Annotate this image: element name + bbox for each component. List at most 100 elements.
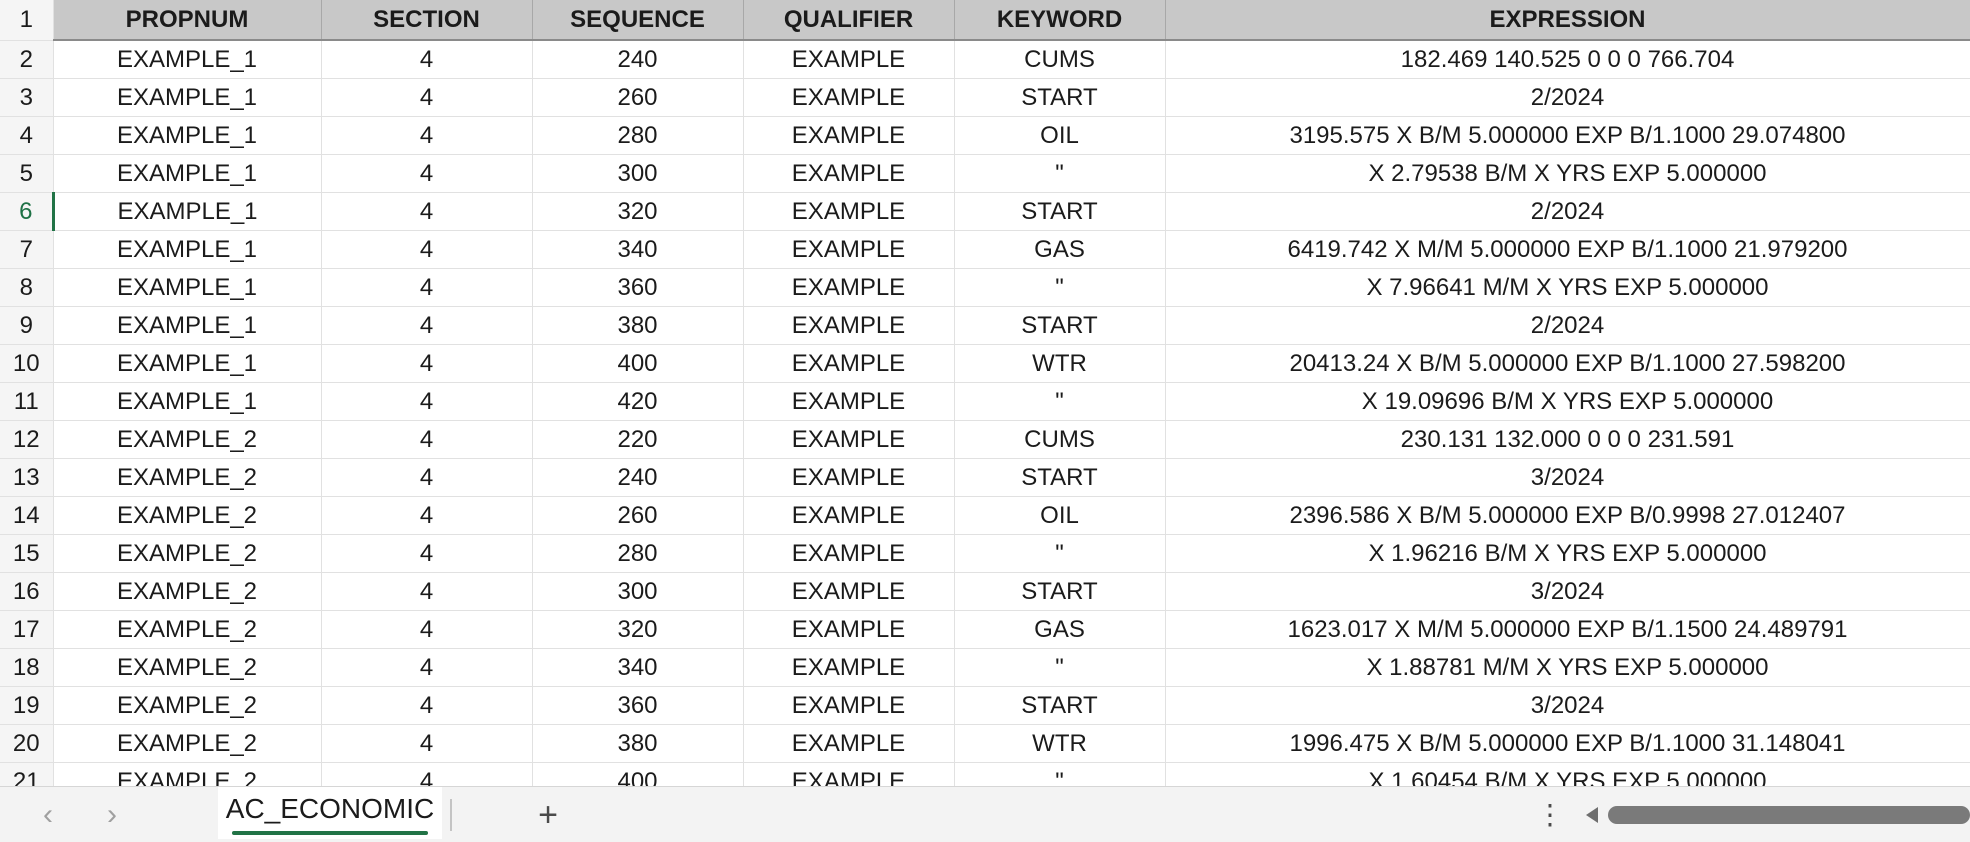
cell-expression[interactable]: 3/2024 [1165, 458, 1970, 497]
row-number[interactable]: 17 [0, 610, 54, 649]
cell-expression[interactable]: 2/2024 [1165, 192, 1970, 231]
cell-qualifier[interactable]: EXAMPLE [743, 610, 955, 649]
cell-expression[interactable]: X 19.09696 B/M X YRS EXP 5.000000 [1165, 382, 1970, 421]
column-header-propnum[interactable]: PROPNUM [53, 0, 322, 41]
cell-propnum[interactable]: EXAMPLE_2 [53, 610, 322, 649]
cell-keyword[interactable]: " [954, 534, 1166, 573]
cell-keyword[interactable]: " [954, 762, 1166, 786]
cell-keyword[interactable]: START [954, 458, 1166, 497]
cell-section[interactable]: 4 [321, 382, 533, 421]
cell-keyword[interactable]: " [954, 382, 1166, 421]
cell-propnum[interactable]: EXAMPLE_2 [53, 686, 322, 725]
cell-section[interactable]: 4 [321, 610, 533, 649]
cell-sequence[interactable]: 420 [532, 382, 744, 421]
row-number[interactable]: 4 [0, 116, 54, 155]
cell-qualifier[interactable]: EXAMPLE [743, 230, 955, 269]
cell-sequence[interactable]: 380 [532, 306, 744, 345]
cell-propnum[interactable]: EXAMPLE_1 [53, 78, 322, 117]
cell-section[interactable]: 4 [321, 648, 533, 687]
cell-propnum[interactable]: EXAMPLE_2 [53, 534, 322, 573]
cell-qualifier[interactable]: EXAMPLE [743, 648, 955, 687]
cell-expression[interactable]: X 1.88781 M/M X YRS EXP 5.000000 [1165, 648, 1970, 687]
cell-sequence[interactable]: 400 [532, 344, 744, 383]
cell-section[interactable]: 4 [321, 724, 533, 763]
cell-sequence[interactable]: 380 [532, 724, 744, 763]
cell-section[interactable]: 4 [321, 420, 533, 459]
cell-propnum[interactable]: EXAMPLE_2 [53, 420, 322, 459]
cell-keyword[interactable]: OIL [954, 496, 1166, 535]
cell-section[interactable]: 4 [321, 154, 533, 193]
cell-expression[interactable]: 1623.017 X M/M 5.000000 EXP B/1.1500 24.… [1165, 610, 1970, 649]
cell-propnum[interactable]: EXAMPLE_1 [53, 116, 322, 155]
column-header-sequence[interactable]: SEQUENCE [532, 0, 744, 41]
cell-sequence[interactable]: 280 [532, 534, 744, 573]
cell-keyword[interactable]: START [954, 686, 1166, 725]
cell-propnum[interactable]: EXAMPLE_2 [53, 458, 322, 497]
cell-qualifier[interactable]: EXAMPLE [743, 572, 955, 611]
cell-expression[interactable]: 2396.586 X B/M 5.000000 EXP B/0.9998 27.… [1165, 496, 1970, 535]
cell-qualifier[interactable]: EXAMPLE [743, 268, 955, 307]
cell-sequence[interactable]: 340 [532, 230, 744, 269]
cell-section[interactable]: 4 [321, 762, 533, 786]
cell-qualifier[interactable]: EXAMPLE [743, 534, 955, 573]
column-header-keyword[interactable]: KEYWORD [954, 0, 1166, 41]
row-number[interactable]: 20 [0, 724, 54, 763]
scroll-left-icon[interactable] [1586, 807, 1598, 823]
row-number[interactable]: 15 [0, 534, 54, 573]
cell-expression[interactable]: 2/2024 [1165, 306, 1970, 345]
cell-section[interactable]: 4 [321, 572, 533, 611]
cell-section[interactable]: 4 [321, 40, 533, 79]
cell-qualifier[interactable]: EXAMPLE [743, 762, 955, 786]
cell-sequence[interactable]: 320 [532, 192, 744, 231]
cell-propnum[interactable]: EXAMPLE_2 [53, 648, 322, 687]
cell-qualifier[interactable]: EXAMPLE [743, 40, 955, 79]
cell-sequence[interactable]: 300 [532, 154, 744, 193]
cell-expression[interactable]: 2/2024 [1165, 78, 1970, 117]
cell-qualifier[interactable]: EXAMPLE [743, 344, 955, 383]
cell-keyword[interactable]: " [954, 154, 1166, 193]
cell-expression[interactable]: X 1.60454 B/M X YRS EXP 5.000000 [1165, 762, 1970, 786]
cell-section[interactable]: 4 [321, 306, 533, 345]
row-number[interactable]: 16 [0, 572, 54, 611]
cell-qualifier[interactable]: EXAMPLE [743, 458, 955, 497]
cell-sequence[interactable]: 280 [532, 116, 744, 155]
cell-expression[interactable]: 20413.24 X B/M 5.000000 EXP B/1.1000 27.… [1165, 344, 1970, 383]
vertical-dots-icon[interactable]: ⋮ [1536, 795, 1564, 835]
cell-qualifier[interactable]: EXAMPLE [743, 496, 955, 535]
row-number[interactable]: 12 [0, 420, 54, 459]
cell-section[interactable]: 4 [321, 116, 533, 155]
add-sheet-button[interactable]: + [528, 795, 568, 835]
row-number[interactable]: 2 [0, 40, 54, 79]
cell-section[interactable]: 4 [321, 230, 533, 269]
cell-sequence[interactable]: 300 [532, 572, 744, 611]
cell-section[interactable]: 4 [321, 268, 533, 307]
row-number[interactable]: 19 [0, 686, 54, 725]
cell-propnum[interactable]: EXAMPLE_1 [53, 382, 322, 421]
cell-expression[interactable]: X 1.96216 B/M X YRS EXP 5.000000 [1165, 534, 1970, 573]
cell-propnum[interactable]: EXAMPLE_1 [53, 306, 322, 345]
cell-expression[interactable]: 3/2024 [1165, 686, 1970, 725]
cell-keyword[interactable]: GAS [954, 230, 1166, 269]
cell-qualifier[interactable]: EXAMPLE [743, 78, 955, 117]
cell-keyword[interactable]: START [954, 192, 1166, 231]
cell-propnum[interactable]: EXAMPLE_1 [53, 268, 322, 307]
cell-keyword[interactable]: START [954, 572, 1166, 611]
cell-sequence[interactable]: 340 [532, 648, 744, 687]
row-number[interactable]: 10 [0, 344, 54, 383]
row-number[interactable]: 18 [0, 648, 54, 687]
cell-section[interactable]: 4 [321, 686, 533, 725]
cell-keyword[interactable]: CUMS [954, 40, 1166, 79]
cell-expression[interactable]: 6419.742 X M/M 5.000000 EXP B/1.1000 21.… [1165, 230, 1970, 269]
cell-propnum[interactable]: EXAMPLE_2 [53, 724, 322, 763]
horizontal-scrollbar[interactable] [1580, 801, 1970, 829]
row-number[interactable]: 6 [0, 192, 55, 231]
row-number[interactable]: 7 [0, 230, 54, 269]
cell-keyword[interactable]: START [954, 78, 1166, 117]
cell-expression[interactable]: 3/2024 [1165, 572, 1970, 611]
column-header-section[interactable]: SECTION [321, 0, 533, 41]
cell-section[interactable]: 4 [321, 192, 533, 231]
row-number[interactable]: 11 [0, 382, 54, 421]
cell-sequence[interactable]: 360 [532, 268, 744, 307]
cell-keyword[interactable]: WTR [954, 344, 1166, 383]
row-number[interactable]: 9 [0, 306, 54, 345]
